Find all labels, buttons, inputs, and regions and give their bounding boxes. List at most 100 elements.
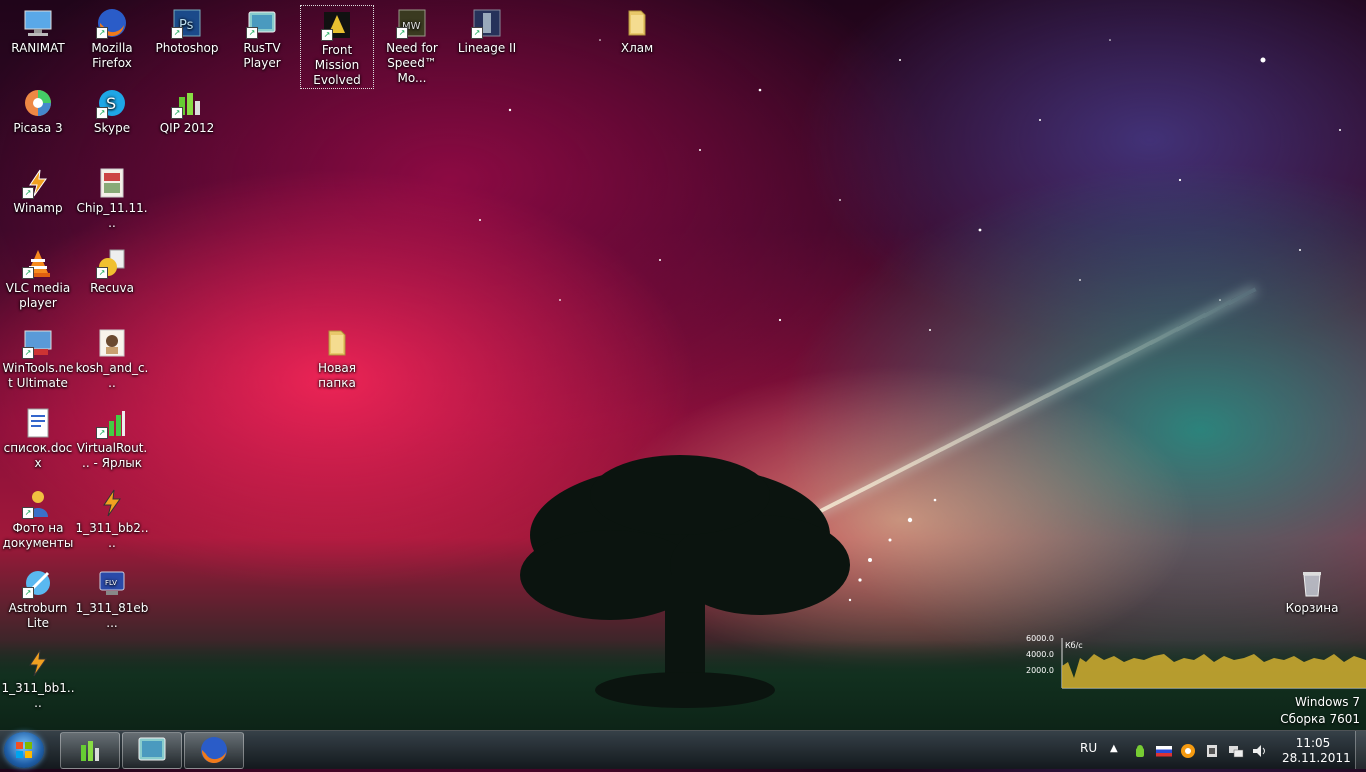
icon-label: Winamp [13,201,63,215]
desktop-icon-qip[interactable]: ↗ QIP 2012 [150,84,224,136]
show-desktop-button[interactable] [1355,731,1366,769]
desktop-icon-vlc[interactable]: ↗ VLC media player [1,244,75,311]
system-clock[interactable]: 11:05 28.11.2011 [1282,736,1351,766]
graph-max-label: 6000.0 [1026,634,1054,643]
desktop-icon-astroburn[interactable]: ↗ Astroburn Lite [1,564,75,631]
desktop-icon-nfs[interactable]: MW ↗ Need for Speed™ Mo... [375,4,449,86]
shortcut-arrow-icon: ↗ [96,267,108,279]
shortcut-arrow-icon: ↗ [22,347,34,359]
desktop-icon-new-folder[interactable]: Новая папка [300,324,374,391]
desktop-icon-spisok-docx[interactable]: список.docx [1,404,75,471]
desktop-icon-1-311-81eb[interactable]: FLV 1_311_81eb... [75,564,149,631]
desktop-icon-front-mission[interactable]: ↗ Front Mission Evolved [300,5,374,89]
shortcut-arrow-icon: ↗ [321,29,333,41]
winamp-icon: ↗ [22,167,54,199]
word-document-icon [22,407,54,439]
vlc-icon: ↗ [22,247,54,279]
graph-mid-label: 4000.0 [1026,650,1054,659]
watermark-os: Windows 7 [1294,695,1360,709]
recuva-icon: ↗ [96,247,128,279]
desktop-icon-1-311-bb2[interactable]: 1_311_bb2.... [75,484,149,551]
picasa-icon [22,87,54,119]
icon-label: 1_311_bb2.... [75,521,149,550]
icon-label: Front Mission Evolved [313,43,361,87]
folder-icon [321,327,353,359]
tray-android-icon[interactable] [1132,743,1148,757]
desktop-icon-virtualrouter[interactable]: ↗ VirtualRout... - Ярлык [75,404,149,471]
show-hidden-icons-arrow[interactable]: ▲ [1110,743,1126,757]
icon-label: список.docx [3,441,73,470]
icon-label: Фото на документы [2,521,74,550]
desktop-icon-recuva[interactable]: ↗ Recuva [75,244,149,296]
tray-network-icon[interactable] [1228,743,1244,758]
astroburn-icon: ↗ [22,567,54,599]
shortcut-arrow-icon: ↗ [171,107,183,119]
icon-label: Picasa 3 [13,121,63,135]
tray-safely-remove-icon[interactable] [1204,743,1220,757]
shortcut-arrow-icon: ↗ [396,27,408,39]
icon-label: Корзина [1285,601,1339,615]
shortcut-arrow-icon: ↗ [96,427,108,439]
desktop-icon-lineage[interactable]: ↗ Lineage II [450,4,524,56]
shortcut-arrow-icon: ↗ [171,27,183,39]
qip-icon [81,741,99,761]
icon-label: kosh_and_c... [75,361,149,390]
tv-icon [138,737,166,761]
tree-silhouette [520,455,850,708]
taskbar-qip-button[interactable] [60,732,120,769]
icon-label: Chip_11.11... [76,201,148,230]
icon-label: Photoshop [155,41,219,55]
tray-orange-app-icon[interactable] [1180,743,1196,758]
firefox-icon [201,737,227,764]
shortcut-arrow-icon: ↗ [246,27,258,39]
icon-label: Astroburn Lite [8,601,68,630]
icon-label: QIP 2012 [159,121,215,135]
desktop-icon-wintools[interactable]: ↗ WinTools.net Ultimate [1,324,75,391]
start-button[interactable] [4,732,44,768]
icon-label: Хлам [620,41,654,55]
shortcut-arrow-icon: ↗ [22,507,34,519]
game-icon: MW ↗ [396,7,428,39]
game-icon: ↗ [321,9,353,41]
tray-flag-icon[interactable] [1156,743,1172,757]
desktop-icon-foto-dokumenty[interactable]: ↗ Фото на документы [1,484,75,551]
desktop-icon-ranimat[interactable]: RANIMAT [1,4,75,56]
icon-label: RANIMAT [11,41,65,55]
desktop-icon-1-311-bb1[interactable]: 1_311_bb1.... [1,644,75,711]
winamp-file-icon [96,487,128,519]
network-meter-gadget[interactable]: 6000.0 Кб/с 4000.0 2000.0 [1024,632,1366,696]
icon-label: 1_311_81eb... [75,601,149,630]
taskbar-firefox-button[interactable] [184,732,244,769]
desktop-icon-firefox[interactable]: ↗ Mozilla Firefox [75,4,149,71]
icon-label: Need for Speed™ Mo... [386,41,438,85]
icon-label: Mozilla Firefox [91,41,133,70]
icon-label: VirtualRout... - Ярлык [76,441,148,470]
desktop-icon-photoshop[interactable]: Ps ↗ Photoshop [150,4,224,56]
desktop-icon-skype[interactable]: S ↗ Skype [75,84,149,136]
winamp-file-icon [22,647,54,679]
game-icon: ↗ [471,7,503,39]
wintools-icon: ↗ [22,327,54,359]
shortcut-arrow-icon: ↗ [22,587,34,599]
taskbar-rustv-button[interactable] [122,732,182,769]
desktop-icon-recycle-bin[interactable]: Корзина [1275,564,1349,616]
icon-label: Новая папка [317,361,356,390]
watermark-build: Сборка 7601 [1280,712,1360,726]
tray-volume-icon[interactable] [1252,743,1268,757]
desktop-icon-chip[interactable]: Chip_11.11... [75,164,149,231]
desktop-icon-rustv[interactable]: ↗ RusTV Player [225,4,299,71]
windows-logo-icon [16,742,32,758]
video-file-icon: FLV [96,567,128,599]
graph-unit-label: Кб/с [1065,641,1083,650]
signal-bars-icon: ↗ [96,407,128,439]
language-indicator[interactable]: RU [1080,741,1097,755]
icon-label: Skype [93,121,131,135]
desktop-icon-winamp[interactable]: ↗ Winamp [1,164,75,216]
computer-icon [22,7,54,39]
tv-icon: ↗ [246,7,278,39]
desktop-icon-folder-hlam[interactable]: Хлам [600,4,674,56]
icon-label: 1_311_bb1.... [1,681,75,710]
desktop-icon-kosh[interactable]: kosh_and_c... [75,324,149,391]
desktop-icon-picasa[interactable]: Picasa 3 [1,84,75,136]
taskbar: RU ▲ 11:05 28.11.2011 [0,730,1366,769]
